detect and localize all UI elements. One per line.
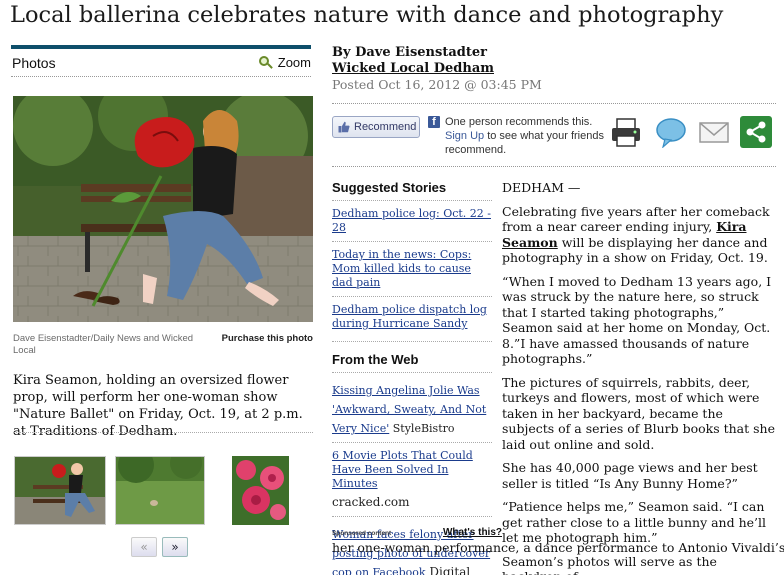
from-the-web-title: From the Web bbox=[332, 352, 419, 367]
divider bbox=[332, 296, 492, 297]
article-paragraph: “When I moved to Dedham 13 years ago, I … bbox=[502, 273, 772, 367]
article-paragraph: Seamon’s photos will serve as the backdr… bbox=[502, 553, 717, 575]
share-icon[interactable] bbox=[740, 116, 772, 148]
share-divider bbox=[332, 166, 776, 167]
byline: By Dave Eisenstadter Wicked Local Dedham bbox=[332, 45, 494, 77]
recommend-text: One person recommends this. Sign Up to s… bbox=[445, 115, 605, 157]
divider bbox=[332, 200, 492, 201]
photo-credit: Dave Eisenstadter/Daily News and Wicked … bbox=[13, 333, 194, 356]
photo-credit-row: Dave Eisenstadter/Daily News and Wicked … bbox=[13, 333, 313, 357]
next-photo-button[interactable]: » bbox=[162, 537, 188, 557]
purchase-photo-link[interactable]: Purchase this photo bbox=[222, 333, 313, 357]
sponsored-row: Sponsored content What's this? bbox=[332, 527, 502, 538]
main-photo[interactable] bbox=[13, 96, 313, 322]
divider bbox=[332, 442, 492, 443]
thumbnail-1[interactable] bbox=[14, 456, 106, 525]
article-paragraph: Celebrating five years after her comebac… bbox=[502, 204, 776, 266]
web-story: Kissing Angelina Jolie Was 'Awkward, Swe… bbox=[332, 379, 492, 436]
recommend-count-text: One person recommends this. bbox=[445, 116, 593, 128]
photos-header: Photos Zoom bbox=[11, 49, 311, 77]
zoom-label: Zoom bbox=[277, 55, 311, 70]
divider bbox=[332, 516, 492, 517]
article-paragraph-continued: her one-woman performance, a dance perfo… bbox=[332, 540, 784, 555]
recommend-button[interactable]: Recommend bbox=[332, 116, 420, 138]
article-headline: Local ballerina celebrates nature with d… bbox=[10, 2, 724, 28]
ballerina-photo-image bbox=[13, 96, 313, 322]
divider bbox=[332, 241, 492, 242]
sidebar: Suggested Stories Dedham police log: Oct… bbox=[332, 180, 492, 575]
thumbnail-3-image bbox=[232, 456, 289, 525]
author-name: By Dave Eisenstadter bbox=[332, 45, 487, 60]
photos-title: Photos bbox=[12, 54, 56, 71]
whats-this-link[interactable]: What's this? bbox=[443, 527, 502, 538]
posted-date: Posted Oct 16, 2012 @ 03:45 PM bbox=[332, 77, 542, 92]
article-paragraph: The pictures of squirrels, rabbits, deer… bbox=[502, 374, 775, 452]
web-story-source: cracked.com bbox=[332, 495, 410, 509]
photos-panel: Photos Zoom bbox=[11, 45, 311, 77]
magnifier-icon bbox=[258, 55, 273, 70]
web-story: 6 Movie Plots That Could Have Been Solve… bbox=[332, 449, 492, 510]
publication-link[interactable]: Wicked Local Dedham bbox=[332, 61, 494, 77]
thumbnail-1-image bbox=[15, 457, 105, 524]
thumbs-up-icon bbox=[338, 121, 350, 133]
suggested-story-link[interactable]: Today in the news: Cops: Mom killed kids… bbox=[332, 248, 492, 290]
thumbnail-2[interactable] bbox=[115, 456, 205, 525]
web-story-link[interactable]: 6 Movie Plots That Could Have Been Solve… bbox=[332, 449, 492, 491]
sponsored-label: Sponsored content bbox=[332, 530, 392, 537]
suggested-story-link[interactable]: Dedham police dispatch log during Hurric… bbox=[332, 303, 492, 331]
dateline: DEDHAM — bbox=[502, 180, 581, 195]
divider bbox=[332, 341, 492, 342]
comment-icon[interactable] bbox=[655, 116, 687, 148]
caption-divider bbox=[13, 432, 313, 433]
web-story-source: StyleBistro bbox=[389, 422, 455, 435]
thumbnail-3[interactable] bbox=[232, 456, 289, 525]
email-icon[interactable] bbox=[698, 116, 730, 148]
recommend-label: Recommend bbox=[354, 121, 417, 133]
photo-caption: Kira Seamon, holding an oversized flower… bbox=[13, 373, 303, 439]
byline-divider bbox=[332, 103, 776, 104]
zoom-button[interactable]: Zoom bbox=[258, 55, 311, 70]
suggested-stories-title: Suggested Stories bbox=[332, 180, 447, 195]
divider bbox=[332, 372, 492, 373]
previous-photo-button[interactable]: « bbox=[131, 537, 157, 557]
article-body: DEDHAM — Celebrating five years after he… bbox=[502, 180, 776, 575]
suggested-story-link[interactable]: Dedham police log: Oct. 22 - 28 bbox=[332, 207, 492, 235]
print-icon[interactable] bbox=[610, 116, 642, 148]
article-paragraph: She has 40,000 page views and her best s… bbox=[502, 460, 758, 491]
signup-link[interactable]: Sign Up bbox=[445, 130, 484, 142]
facebook-icon: f bbox=[428, 116, 440, 128]
article-paragraph: “Patience helps me,” Seamon said. “I can… bbox=[502, 499, 766, 545]
thumbnail-2-image bbox=[116, 457, 204, 524]
